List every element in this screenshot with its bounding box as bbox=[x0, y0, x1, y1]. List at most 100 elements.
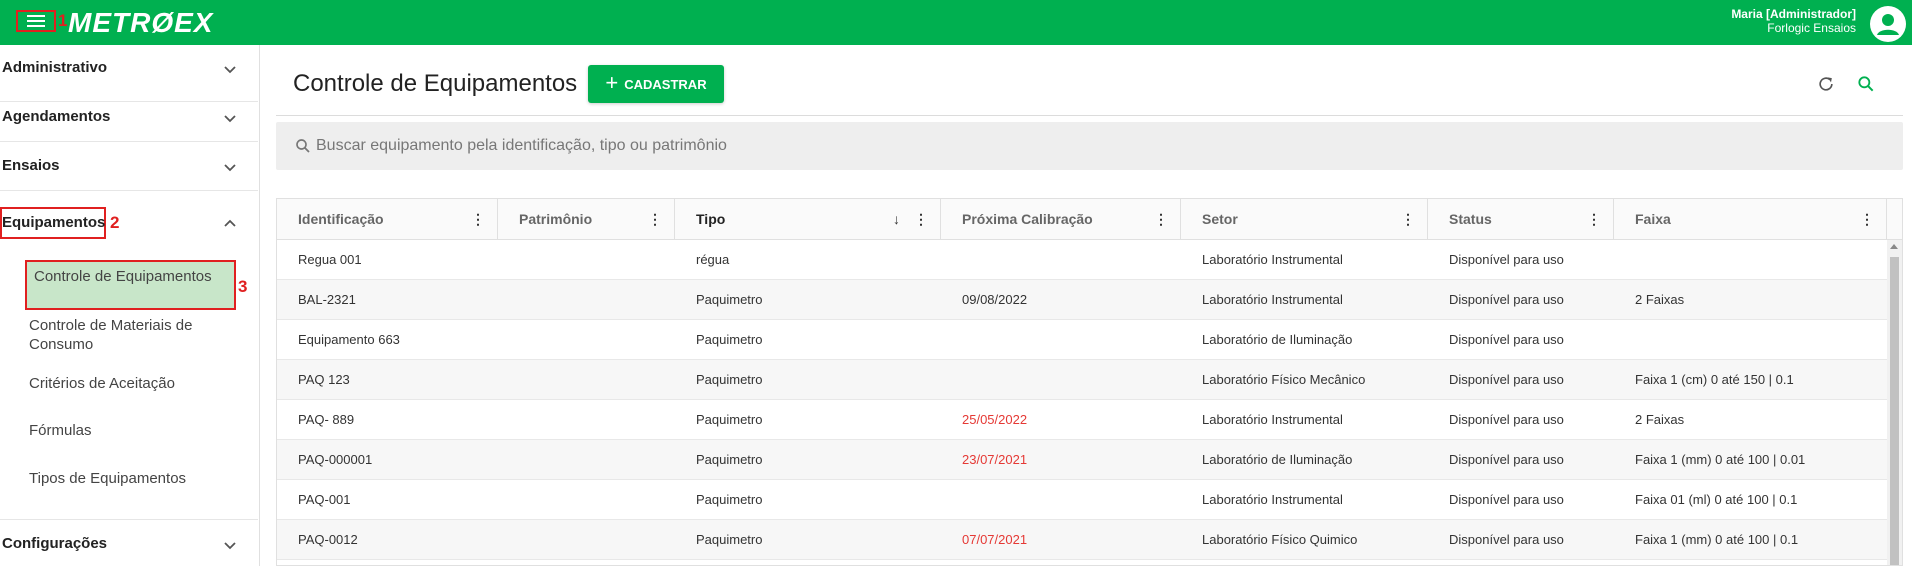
cell-setor: Laboratório Instrumental bbox=[1202, 292, 1343, 307]
scrollbar-thumb[interactable] bbox=[1890, 257, 1899, 565]
cell-faixa: 2 Faixas bbox=[1635, 412, 1685, 427]
column-label: Próxima Calibração bbox=[962, 211, 1093, 227]
table-row[interactable]: Equipamento 663 Paquimetro Laboratório de … bbox=[277, 320, 1887, 360]
hamburger-menu-button[interactable] bbox=[16, 10, 56, 32]
cell-setor: Laboratório Instrumental bbox=[1202, 412, 1343, 427]
cell-status: Disponível para uso bbox=[1449, 492, 1564, 507]
cell-setor: Laboratório Instrumental bbox=[1202, 252, 1343, 267]
menu-icon bbox=[27, 15, 45, 27]
sort-arrow-down-icon[interactable]: ↓ bbox=[893, 199, 900, 240]
sidebar-item-controle-de-materiais[interactable]: Controle de Materiais de Consumo bbox=[29, 316, 229, 354]
chevron-down-icon bbox=[224, 115, 236, 123]
cell-status: Disponível para uso bbox=[1449, 532, 1564, 547]
add-equipment-button[interactable]: + CADASTRAR bbox=[588, 65, 724, 103]
user-company: Forlogic Ensaios bbox=[1767, 21, 1856, 35]
sidebar-section-label: Ensaios bbox=[2, 157, 60, 174]
column-header-proxima-calibracao[interactable]: Próxima Calibração ⋮ bbox=[941, 199, 1181, 240]
cell-proxima-calibracao: 25/05/2022 bbox=[962, 412, 1028, 427]
column-header-identificacao[interactable]: Identificação ⋮ bbox=[277, 199, 498, 240]
cell-patrimonio bbox=[498, 440, 519, 480]
cell-status: Disponível para uso bbox=[1449, 412, 1564, 427]
more-vert-icon[interactable]: ⋮ bbox=[1154, 199, 1168, 240]
more-vert-icon[interactable]: ⋮ bbox=[1587, 199, 1601, 240]
sidebar: Administrativo Agendamentos Ensaios Equi… bbox=[0, 45, 260, 566]
sidebar-item-criterios-de-aceitacao[interactable]: Critérios de Aceitação bbox=[29, 374, 175, 393]
scroll-up-arrow-icon[interactable] bbox=[1890, 244, 1898, 249]
cell-patrimonio bbox=[498, 320, 519, 360]
cell-identificacao: Regua 001 bbox=[298, 252, 362, 267]
search-input[interactable] bbox=[316, 122, 1816, 170]
table-row[interactable]: PAQ 123 Paquimetro Laboratório Físico Mecâ… bbox=[277, 360, 1887, 400]
column-header-faixa[interactable]: Faixa ⋮ bbox=[1614, 199, 1887, 240]
user-info[interactable]: Maria [Administrador] Forlogic Ensaios bbox=[1731, 7, 1856, 35]
column-label: Setor bbox=[1202, 211, 1238, 227]
sidebar-section-label: Configurações bbox=[2, 535, 108, 552]
cell-faixa: Faixa 1 (mm) 0 até 100 | 0.01 bbox=[1635, 452, 1806, 467]
cell-identificacao: PAQ-000001 bbox=[298, 452, 373, 467]
more-vert-icon[interactable]: ⋮ bbox=[1401, 199, 1415, 240]
cell-tipo: Paquimetro bbox=[696, 492, 763, 507]
table-header: Identificação ⋮ Patrimônio ⋮ Tipo ↓ ⋮ Próxim… bbox=[277, 199, 1902, 240]
cell-faixa: Faixa 1 (cm) 0 até 150 | 0.1 bbox=[1635, 372, 1794, 387]
cell-status: Disponível para uso bbox=[1449, 452, 1564, 467]
column-label: Status bbox=[1449, 211, 1492, 227]
table-row[interactable]: Regua 001 régua Laboratório Instrumental Di… bbox=[277, 240, 1887, 280]
table-row[interactable]: PAQ-000001 Paquimetro 23/07/2021 Laboratóri… bbox=[277, 440, 1887, 480]
refresh-icon[interactable] bbox=[1816, 74, 1836, 94]
table-row[interactable]: BAL-2321 Paquimetro 09/08/2022 Laboratório … bbox=[277, 280, 1887, 320]
sidebar-section-configuracoes[interactable]: Configurações bbox=[0, 535, 258, 557]
user-avatar-icon[interactable] bbox=[1870, 6, 1906, 42]
sidebar-item-controle-de-equipamentos[interactable]: Controle de Equipamentos bbox=[34, 267, 224, 286]
search-bar bbox=[276, 122, 1903, 170]
table-row[interactable]: PAQ-0012 Paquimetro 07/07/2021 Laboratório … bbox=[277, 520, 1887, 560]
annotation-marker-1: 1 bbox=[58, 11, 68, 30]
column-header-status[interactable]: Status ⋮ bbox=[1428, 199, 1614, 240]
sidebar-item-tipos-de-equipamentos[interactable]: Tipos de Equipamentos bbox=[29, 469, 186, 488]
cell-proxima-calibracao bbox=[941, 320, 962, 360]
sidebar-section-administrativo[interactable]: Administrativo bbox=[0, 59, 258, 81]
search-icon bbox=[296, 139, 310, 153]
divider bbox=[0, 101, 258, 102]
sidebar-section-label: Equipamentos bbox=[2, 214, 106, 231]
more-vert-icon[interactable]: ⋮ bbox=[1860, 199, 1874, 240]
sidebar-section-label: Administrativo bbox=[2, 59, 108, 76]
more-vert-icon[interactable]: ⋮ bbox=[648, 199, 662, 240]
sidebar-item-formulas[interactable]: Fórmulas bbox=[29, 421, 92, 440]
cell-patrimonio bbox=[498, 480, 519, 520]
cell-faixa: Faixa 1 (mm) 0 até 100 | 0.1 bbox=[1635, 532, 1799, 547]
more-vert-icon[interactable]: ⋮ bbox=[471, 199, 485, 240]
cell-status: Disponível para uso bbox=[1449, 252, 1564, 267]
cell-proxima-calibracao bbox=[941, 480, 962, 520]
cell-setor: Laboratório Físico Mecânico bbox=[1202, 372, 1366, 387]
sidebar-section-label: Agendamentos bbox=[2, 108, 111, 125]
cell-identificacao: PAQ- 889 bbox=[298, 412, 355, 427]
more-vert-icon[interactable]: ⋮ bbox=[914, 199, 928, 240]
cell-proxima-calibracao: 23/07/2021 bbox=[962, 452, 1028, 467]
column-label: Tipo bbox=[696, 211, 726, 227]
column-header-tipo[interactable]: Tipo ↓ ⋮ bbox=[675, 199, 941, 240]
top-app-bar: 1 METRØEX Maria [Administrador] Forlogic… bbox=[0, 0, 1912, 45]
cell-proxima-calibracao bbox=[941, 240, 962, 280]
column-header-setor[interactable]: Setor ⋮ bbox=[1181, 199, 1428, 240]
cell-faixa bbox=[1614, 320, 1635, 360]
column-label: Patrimônio bbox=[519, 211, 593, 227]
sidebar-section-equipamentos[interactable]: Equipamentos bbox=[0, 214, 258, 236]
column-label: Identificação bbox=[298, 211, 384, 227]
search-icon[interactable] bbox=[1856, 74, 1876, 94]
sidebar-section-agendamentos[interactable]: Agendamentos bbox=[0, 108, 258, 130]
cell-tipo: Paquimetro bbox=[696, 332, 763, 347]
cell-tipo: Paquimetro bbox=[696, 292, 763, 307]
cell-identificacao: PAQ-001 bbox=[298, 492, 351, 507]
cell-patrimonio bbox=[498, 400, 519, 440]
cell-identificacao: Equipamento 663 bbox=[298, 332, 400, 347]
column-header-patrimonio[interactable]: Patrimônio ⋮ bbox=[498, 199, 675, 240]
cell-patrimonio bbox=[498, 280, 519, 320]
table-row[interactable]: PAQ- 889 Paquimetro 25/05/2022 Laboratório … bbox=[277, 400, 1887, 440]
cell-tipo: Paquimetro bbox=[696, 412, 763, 427]
cell-faixa: Faixa 01 (ml) 0 até 100 | 0.1 bbox=[1635, 492, 1798, 507]
sidebar-section-ensaios[interactable]: Ensaios bbox=[0, 157, 258, 179]
table-row[interactable]: PAQ-001 Paquimetro Laboratório Instrumenta… bbox=[277, 480, 1887, 520]
cell-identificacao: PAQ 123 bbox=[298, 372, 350, 387]
cell-setor: Laboratório de Iluminação bbox=[1202, 332, 1353, 347]
cell-setor: Laboratório Instrumental bbox=[1202, 492, 1343, 507]
